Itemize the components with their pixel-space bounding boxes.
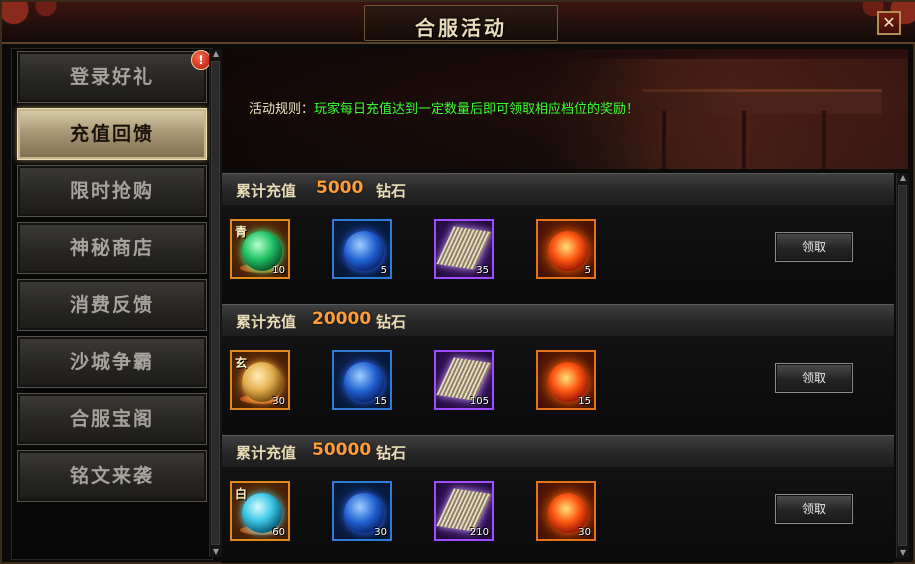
sidebar-item-mystery-shop[interactable]: 神秘商店 <box>17 222 207 274</box>
scroll-down-icon[interactable]: ▼ <box>897 548 909 558</box>
item-quantity: 210 <box>469 527 489 538</box>
sidebar-item-flash-sale[interactable]: 限时抢购 <box>17 165 207 217</box>
item-quantity: 5 <box>584 265 591 276</box>
claim-button[interactable]: 领取 <box>775 494 853 524</box>
fire-orb-icon[interactable]: 30 <box>536 481 596 541</box>
item-tag: 白 <box>235 487 248 501</box>
amber-orb-icon[interactable]: 玄 30 <box>230 350 290 410</box>
reward-tier: 累计充值 20000 钻石 玄 30 15 105 15 领取 <box>222 304 894 432</box>
reward-tier: 累计充值 50000 钻石 白 60 30 210 30 领取 <box>222 435 894 563</box>
scroll-icon[interactable]: 210 <box>434 481 494 541</box>
claim-button[interactable]: 领取 <box>775 232 853 262</box>
fire-orb-icon[interactable]: 15 <box>536 350 596 410</box>
tier-header: 累计充值 5000 钻石 <box>222 173 894 207</box>
ornament-right-icon <box>837 2 915 40</box>
activity-banner: 活动规则：玩家每日充值达到一定数量后即可领取相应档位的奖励！ <box>222 49 908 169</box>
window-title: 合服活动 <box>415 16 507 40</box>
item-quantity: 10 <box>272 265 285 276</box>
item-tag: 玄 <box>235 356 248 370</box>
tier-label: 累计充值 <box>236 444 297 462</box>
tier-header: 累计充值 50000 钻石 <box>222 435 894 469</box>
tier-label: 累计充值 <box>236 313 297 331</box>
sidebar-scroll-thumb[interactable] <box>211 61 220 545</box>
sidebar-item-recharge-reward[interactable]: 充值回馈 <box>17 108 207 160</box>
green-orb-icon[interactable]: 青 10 <box>230 219 290 279</box>
tier-rewards: 白 60 30 210 30 领取 <box>222 467 894 563</box>
tier-rewards: 青 10 5 35 5 领取 <box>222 205 894 301</box>
title-plate: 合服活动 <box>364 5 558 41</box>
rules-text: 玩家每日充值达到一定数量后即可领取相应档位的奖励！ <box>314 102 640 117</box>
fire-orb-icon[interactable]: 5 <box>536 219 596 279</box>
item-quantity: 15 <box>374 396 387 407</box>
ornament-left-icon <box>2 2 82 40</box>
tier-header: 累计充值 20000 钻石 <box>222 304 894 338</box>
cyan-orb-icon[interactable]: 白 60 <box>230 481 290 541</box>
blue-orb-icon[interactable]: 15 <box>332 350 392 410</box>
activity-window: 合服活动 ✕ 登录好礼 充值回馈 限时抢购 神秘商店 消费反馈 沙城争霸 合服宝… <box>0 0 915 564</box>
reward-tier: 累计充值 5000 钻石 青 10 5 35 5 领取 <box>222 173 894 301</box>
item-quantity: 105 <box>469 396 489 407</box>
sidebar-item-spend-reward[interactable]: 消费反馈 <box>17 279 207 331</box>
scroll-icon[interactable]: 105 <box>434 350 494 410</box>
tier-unit: 钻石 <box>376 182 407 200</box>
activity-rules: 活动规则：玩家每日充值达到一定数量后即可领取相应档位的奖励！ <box>249 98 639 117</box>
sidebar-scrollbar[interactable]: ▲ ▼ <box>209 49 222 557</box>
tier-rewards: 玄 30 15 105 15 领取 <box>222 336 894 432</box>
sidebar-item-inscription[interactable]: 铭文来袭 <box>17 450 207 502</box>
item-tag: 青 <box>235 225 248 239</box>
blue-orb-icon[interactable]: 5 <box>332 219 392 279</box>
scroll-icon[interactable]: 35 <box>434 219 494 279</box>
tier-label: 累计充值 <box>236 182 297 200</box>
rewards-scroll-thumb[interactable] <box>898 185 907 546</box>
scroll-down-icon[interactable]: ▼ <box>210 547 222 557</box>
tier-amount: 5000 <box>316 178 364 198</box>
item-quantity: 30 <box>578 527 591 538</box>
sidebar: 登录好礼 充值回馈 限时抢购 神秘商店 消费反馈 沙城争霸 合服宝阁 铭文来袭 <box>11 48 213 560</box>
alert-badge-icon: ! <box>191 50 211 70</box>
blue-orb-icon[interactable]: 30 <box>332 481 392 541</box>
item-quantity: 60 <box>272 527 285 538</box>
tier-amount: 50000 <box>312 440 372 460</box>
tier-amount: 20000 <box>312 309 372 329</box>
claim-button[interactable]: 领取 <box>775 363 853 393</box>
tier-unit: 钻石 <box>376 444 407 462</box>
sidebar-item-treasure-pavilion[interactable]: 合服宝阁 <box>17 393 207 445</box>
item-quantity: 35 <box>476 265 489 276</box>
tier-unit: 钻石 <box>376 313 407 331</box>
item-quantity: 30 <box>374 527 387 538</box>
rules-label: 活动规则： <box>249 102 315 117</box>
item-quantity: 30 <box>272 396 285 407</box>
sidebar-item-castle-war[interactable]: 沙城争霸 <box>17 336 207 388</box>
scroll-up-icon[interactable]: ▲ <box>210 49 222 59</box>
close-button[interactable]: ✕ <box>877 11 901 35</box>
rewards-scrollbar[interactable]: ▲ ▼ <box>896 173 909 558</box>
sidebar-item-login-gift[interactable]: 登录好礼 <box>17 51 207 103</box>
scroll-up-icon[interactable]: ▲ <box>897 173 909 183</box>
title-bar: 合服活动 ✕ <box>2 2 915 44</box>
item-quantity: 15 <box>578 396 591 407</box>
item-quantity: 5 <box>380 265 387 276</box>
